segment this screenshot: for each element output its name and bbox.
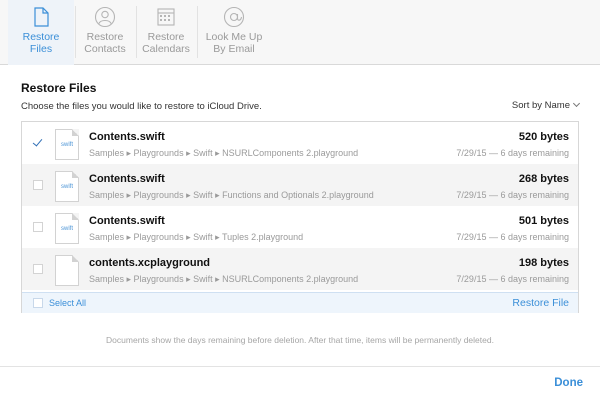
file-size: 520 bytes [518,131,569,143]
swift-file-icon: swift [55,171,79,202]
done-button[interactable]: Done [554,377,583,389]
tab-restore-contacts[interactable]: Restore Contacts [76,0,134,65]
tab-label-line1: Restore [22,31,60,43]
file-checkbox[interactable] [33,264,43,274]
file-ext: swift [61,184,73,190]
file-ext: swift [61,142,73,148]
page-subtitle: Choose the files you would like to resto… [21,101,262,112]
at-icon [223,6,245,28]
sort-dropdown[interactable]: Sort by Name [511,99,581,111]
tab-look-me-up[interactable]: Look Me Up By Email [198,0,270,65]
file-meta: 7/29/15 — 6 days remaining [456,232,569,242]
file-row[interactable]: swift Contents.swift Samples ▸ Playgroun… [22,206,578,248]
select-all-checkbox[interactable] [33,298,43,308]
contact-icon [94,6,116,28]
calendar-icon [155,6,177,28]
file-size: 268 bytes [518,173,569,185]
tab-label-line1: Restore [86,31,124,43]
file-ext: swift [61,226,73,232]
list-footer: Select All Restore File [22,292,578,313]
file-checkbox[interactable] [33,180,43,190]
select-all-link[interactable]: Select All [49,298,86,308]
file-path: Samples ▸ Playgrounds ▸ Swift ▸ NSURLCom… [89,148,359,158]
file-checkbox[interactable] [33,222,43,232]
tab-label-line1: Restore [147,31,185,43]
tab-restore-calendars[interactable]: Restore Calendars [137,0,195,65]
file-row[interactable]: swift Contents.swift Samples ▸ Playgroun… [22,164,578,206]
file-name: contents.xcplayground [89,257,211,269]
page-title: Restore Files [21,81,97,95]
file-meta: 7/29/15 — 6 days remaining [456,148,569,158]
tab-label-line2: Calendars [142,43,190,55]
file-path: Samples ▸ Playgrounds ▸ Swift ▸ Function… [89,190,374,200]
tab-label-line2: Files [29,43,53,55]
tab-label-line1: Look Me Up [205,31,263,43]
restore-toolbar: Restore Files Restore Contacts Restore Cale… [0,0,600,65]
tab-restore-files[interactable]: Restore Files [8,0,74,65]
file-meta: 7/29/15 — 6 days remaining [456,190,569,200]
chevron-down-icon [572,99,581,108]
divider [0,366,600,367]
file-size: 198 bytes [518,257,569,269]
file-row[interactable]: contents.xcplayground Samples ▸ Playgrou… [22,248,578,290]
tab-label-line2: Contacts [84,43,126,55]
file-checkbox[interactable] [33,138,43,148]
sort-label: Sort by Name [511,100,570,111]
file-meta: 7/29/15 — 6 days remaining [456,274,569,284]
file-row[interactable]: swift Contents.swift Samples ▸ Playgroun… [22,122,578,164]
file-list: swift Contents.swift Samples ▸ Playgroun… [21,121,579,313]
file-name: Contents.swift [89,215,165,227]
file-name: Contents.swift [89,131,165,143]
deletion-note: Documents show the days remaining before… [106,335,494,345]
swift-file-icon: swift [55,213,79,244]
file-size: 501 bytes [518,215,569,227]
file-path: Samples ▸ Playgrounds ▸ Swift ▸ NSURLCom… [89,274,359,284]
file-path: Samples ▸ Playgrounds ▸ Swift ▸ Tuples 2… [89,232,304,242]
playground-file-icon [55,255,79,286]
swift-file-icon: swift [55,129,79,160]
tab-label-line2: By Email [213,43,255,55]
document-icon [30,6,52,28]
file-name: Contents.swift [89,173,165,185]
restore-file-button[interactable]: Restore File [512,297,569,309]
